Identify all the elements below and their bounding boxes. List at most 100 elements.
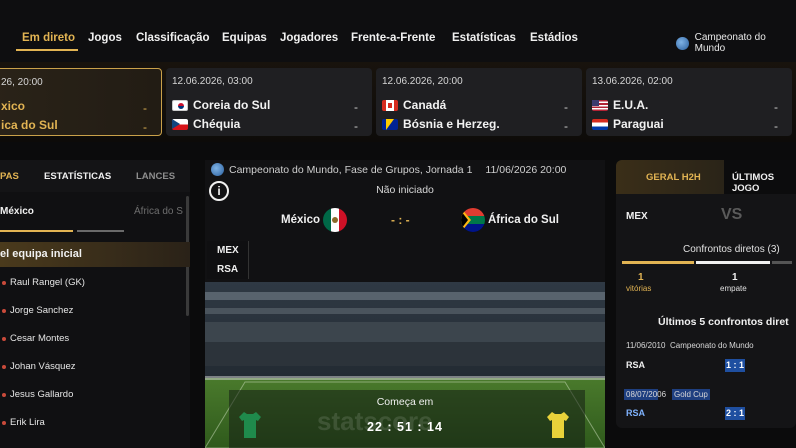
match-home-score: -	[774, 100, 778, 114]
match-home-team: xico	[1, 99, 26, 113]
match-card-korea[interactable]: 12.06.2026, 03:00 Coreia do Sul - Chéqui…	[166, 68, 372, 136]
match-away-row: Chéquia	[172, 117, 240, 131]
match-home-row: Coreia do Sul	[172, 98, 270, 112]
nav-active-underline	[16, 49, 78, 51]
result-competition: Campeonato do Mundo	[670, 341, 754, 350]
player-name: Cesar Montes	[10, 333, 70, 344]
result-team: RSA	[626, 360, 646, 370]
h2h-panel: GERAL H2H ÚLTIMOS JOGO MEX VS Confrontos…	[616, 160, 796, 428]
match-home-score: -	[143, 101, 147, 115]
mexico-flag-icon	[323, 208, 347, 232]
player-name: Johan Vásquez	[10, 361, 76, 372]
vs-label: VS	[721, 206, 743, 223]
h2h-draws-bar	[696, 261, 770, 264]
korea-flag-icon	[172, 99, 188, 111]
result-competition: Gold Cup	[674, 390, 708, 399]
wins-label: vitórias	[626, 284, 652, 293]
draws-count: 1	[732, 272, 738, 283]
result-team: RSA	[626, 408, 646, 418]
player-row[interactable]: Johan Vásquez	[0, 361, 76, 372]
away-abbr: RSA	[207, 260, 249, 279]
last-five-title: Últimos 5 confrontos diret	[658, 316, 789, 328]
match-home-row: E.U.A.	[592, 98, 648, 112]
shirt-icon	[2, 364, 6, 369]
player-row[interactable]: Raul Rangel (GK)	[0, 277, 85, 288]
away-team-indicator	[77, 230, 124, 232]
match-datetime: 11/06/2026 20:00	[485, 163, 567, 176]
match-away-score: -	[354, 119, 358, 133]
home-team-name[interactable]: México	[281, 214, 320, 226]
nav-estadios[interactable]: Estádios	[530, 32, 578, 44]
match-status: Não iniciado	[376, 184, 434, 196]
match-away-team: Paraguai	[613, 117, 664, 131]
paraguay-flag-icon	[592, 118, 608, 130]
away-shirt-icon	[547, 412, 569, 438]
player-row[interactable]: Erik Lira	[0, 417, 45, 428]
shirt-icon	[2, 308, 6, 313]
player-row[interactable]: Jesus Gallardo	[0, 389, 73, 400]
lineup-panel: PAS ESTATÍSTICAS LANCES México África do…	[0, 160, 190, 448]
nav-classificacao[interactable]: Classificação	[136, 32, 210, 44]
tab-geral-h2h-label: GERAL H2H	[646, 172, 701, 183]
nav-equipas[interactable]: Equipas	[222, 32, 267, 44]
away-team-name[interactable]: África do Sul	[488, 214, 559, 226]
player-name: Erik Lira	[10, 417, 45, 428]
player-name: Jesus Gallardo	[10, 389, 74, 400]
player-row[interactable]: Jorge Sanchez	[0, 305, 73, 316]
match-card-canada[interactable]: 12.06.2026, 20:00 Canadá - Bósnia e Herz…	[376, 68, 582, 136]
tab-pas[interactable]: PAS	[0, 171, 19, 182]
h2h-wins-bar	[622, 261, 694, 264]
match-away-score: -	[564, 119, 568, 133]
match-round: Campeonato do Mundo, Fase de Grupos, Jor…	[229, 163, 473, 176]
match-home-score: -	[354, 100, 358, 114]
tab-lances[interactable]: LANCES	[136, 171, 175, 182]
h2h-losses-bar	[772, 261, 792, 264]
south-africa-flag-icon	[461, 208, 485, 232]
globe-icon	[211, 163, 224, 176]
match-away-score: -	[143, 120, 147, 134]
nav-estatisticas[interactable]: Estatísticas	[452, 32, 516, 44]
match-away-team: Chéquia	[193, 117, 241, 131]
match-away-team: ica do Sul	[1, 118, 58, 132]
competition-selector[interactable]: Campeonato do Mundo	[676, 32, 796, 54]
match-home-team: Coreia do Sul	[193, 98, 271, 112]
nav-frente-a-frente[interactable]: Frente-a-Frente	[351, 32, 435, 44]
match-card-usa[interactable]: 13.06.2026, 02:00 E.U.A. - Paraguai -	[586, 68, 792, 136]
result-score[interactable]: 2 : 1	[725, 407, 745, 420]
bosnia-flag-icon	[382, 118, 398, 130]
match-away-team: Bósnia e Herzeg.	[403, 117, 500, 131]
match-away-score: -	[774, 119, 778, 133]
h2h-team: MEX	[626, 211, 648, 222]
draws-label: empate	[720, 284, 747, 293]
nav-jogos[interactable]: Jogos	[88, 32, 122, 44]
match-home-row: Canadá	[382, 98, 446, 112]
nav-jogadores[interactable]: Jogadores	[280, 32, 338, 44]
match-strip: 26, 20:00 xico - ica do Sul - 12.06.2026…	[0, 62, 796, 142]
team-toggle-home[interactable]: México	[0, 206, 34, 217]
match-card-mexico[interactable]: 26, 20:00 xico - ica do Sul -	[0, 68, 162, 136]
match-home-team: E.U.A.	[613, 98, 649, 112]
usa-flag-icon	[592, 99, 608, 111]
player-row[interactable]: Cesar Montes	[0, 333, 69, 344]
h2h-title: Confrontos diretos (3)	[683, 244, 780, 255]
shirt-icon	[2, 280, 6, 285]
globe-icon	[676, 36, 689, 50]
competition-name: Campeonato do Mundo	[694, 32, 766, 54]
result-score[interactable]: 1 : 1	[725, 359, 745, 372]
home-abbr: MEX	[207, 241, 249, 260]
home-team-indicator	[0, 230, 73, 232]
lineup-heading: el equipa inicial	[0, 242, 190, 267]
tab-ultimos-jogos-label: ÚLTIMOS JOGO	[732, 172, 775, 194]
countdown-timer: 22 : 51 : 14	[367, 420, 443, 434]
match-date: 12.06.2026, 20:00	[382, 76, 463, 87]
nav-em-direto[interactable]: Em direto	[22, 32, 75, 44]
wins-count: 1	[638, 272, 644, 283]
team-toggle-away[interactable]: África do S	[134, 206, 183, 217]
match-date: 12.06.2026, 03:00	[172, 76, 253, 87]
home-shirt-icon	[239, 412, 261, 438]
match-home-team: Canadá	[403, 98, 447, 112]
match-date: 26, 20:00	[1, 77, 43, 88]
result-date: 11/06/2010	[626, 341, 666, 350]
tab-estatisticas[interactable]: ESTATÍSTICAS	[44, 171, 111, 182]
result-date: 08/07/2006	[626, 390, 667, 399]
